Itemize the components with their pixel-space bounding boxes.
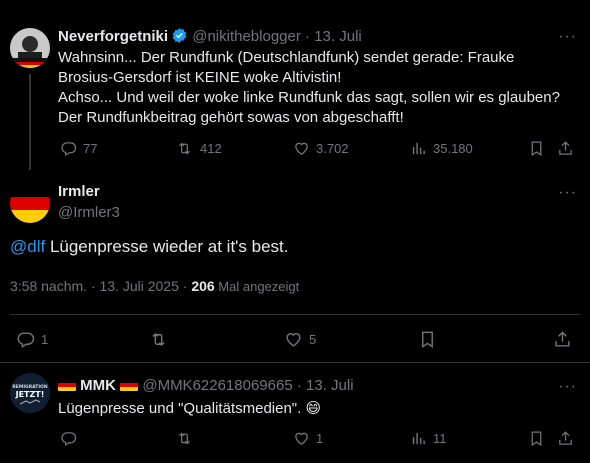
tweet-header: Neverforgetniki @nikitheblogger · 13. Ju… [58,27,362,48]
views-label: Mal angezeigt [214,279,300,294]
views-count: 206 [191,278,215,294]
share-icon [559,141,572,155]
svg-text:JETZT!: JETZT! [15,390,45,399]
display-name[interactable]: MMK [80,377,116,394]
mention-link[interactable]: @dlf [10,237,45,256]
heart-icon [295,432,308,445]
handle[interactable]: @MMK622618069665 [142,377,292,394]
timestamp[interactable]: 13. Juli [314,28,362,45]
avatar[interactable] [10,28,50,68]
views-icon [412,142,425,155]
tweet-main: Irmler @Irmler3 ··· @dlf Lügenpresse wie… [0,170,590,362]
like-button[interactable]: 1 [293,430,323,447]
reply-button[interactable] [60,430,77,447]
handle[interactable]: @nikitheblogger [192,28,301,45]
bookmark-icon [531,431,542,447]
reply-icon [17,332,35,348]
divider [10,314,580,315]
reply-button[interactable]: 77 [60,140,97,157]
share-icon [559,431,572,445]
tweet-parent[interactable]: Neverforgetniki @nikitheblogger · 13. Ju… [0,0,590,170]
avatar-flag[interactable] [10,183,50,223]
german-flag-icon [58,379,76,391]
timestamp[interactable]: 3:58 nachm. · 13. Juli 2025 · [10,278,191,294]
display-name[interactable]: Neverforgetniki [58,28,168,45]
repost-icon [179,432,190,445]
views-button[interactable]: 35.180 [410,140,473,157]
more-options-icon[interactable]: ··· [558,185,577,201]
more-options-icon[interactable]: ··· [558,29,577,45]
bookmark-icon [422,331,433,348]
display-name[interactable]: Irmler [58,183,100,200]
verified-badge-icon [171,27,188,48]
reply-button[interactable]: 1 [16,330,48,349]
views-button[interactable]: 11 [410,430,447,447]
tweet-text: @dlf Lügenpresse wieder at it's best. [10,237,289,256]
share-button[interactable] [557,140,574,157]
share-icon [555,331,570,347]
thread-line [29,74,31,170]
share-button[interactable] [553,330,572,349]
more-options-icon[interactable]: ··· [558,379,577,395]
tweet-reply[interactable]: REMIGRATION JETZT! MMK @MMK622618069665 … [0,363,590,463]
tweet-text: Wahnsinn... Der Rundfunk (Deutschlandfun… [58,49,560,126]
avatar[interactable]: REMIGRATION JETZT! [10,373,50,413]
like-button[interactable]: 3.702 [293,140,349,157]
reply-icon [61,432,77,447]
repost-button[interactable]: 412 [175,140,222,157]
share-button[interactable] [557,430,574,447]
tweet-meta: 3:58 nachm. · 13. Juli 2025 · 206 Mal an… [10,278,299,294]
tweet-header: MMK @MMK622618069665 · 13. Juli [58,377,354,394]
german-flag-icon [120,379,139,391]
repost-icon [152,332,165,347]
timestamp[interactable]: 13. Juli [306,377,354,394]
like-button[interactable]: 5 [284,330,316,349]
repost-icon [179,142,190,155]
bookmark-button[interactable] [528,140,545,157]
handle[interactable]: @Irmler3 [58,204,120,221]
bookmark-icon [531,141,542,157]
bookmark-button[interactable] [528,430,545,447]
tweet-text: Lügenpresse und "Qualitätsmedien". 😄 [58,400,322,417]
repost-button[interactable] [148,330,169,349]
reply-icon [61,142,77,157]
bookmark-button[interactable] [418,330,437,349]
views-icon [412,432,425,445]
repost-button[interactable] [175,430,194,447]
heart-icon [286,333,301,347]
heart-icon [295,142,308,155]
